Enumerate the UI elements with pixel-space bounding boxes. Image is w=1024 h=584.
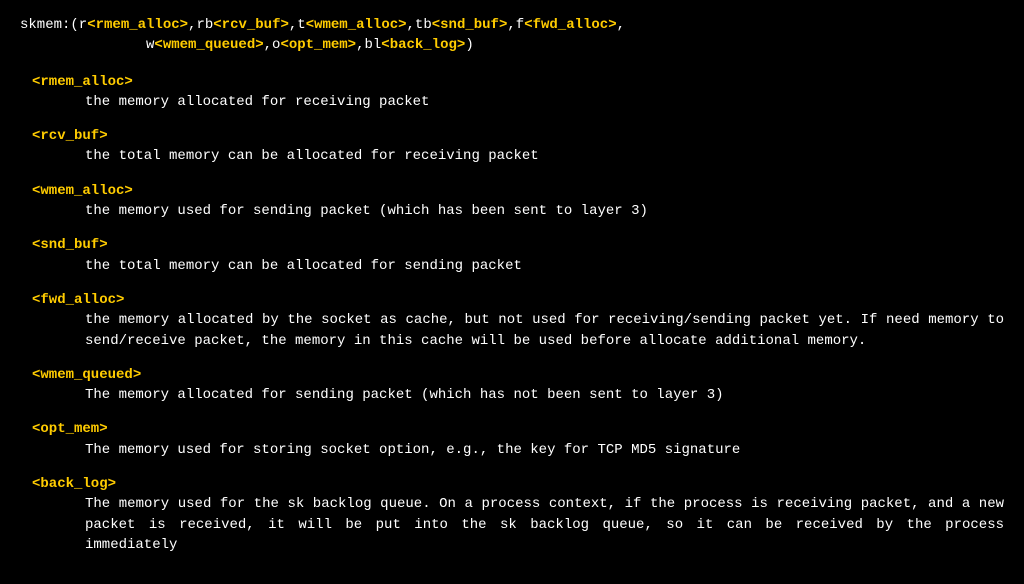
- definition-entry: <opt_mem> The memory used for storing so…: [20, 419, 1004, 460]
- definition-entry: <wmem_queued> The memory allocated for s…: [20, 365, 1004, 406]
- definition-entry: <rmem_alloc> the memory allocated for re…: [20, 72, 1004, 113]
- term-wmem-alloc: <wmem_alloc>: [20, 181, 1004, 201]
- skmem-prefix: skmem:(r: [20, 17, 87, 33]
- definition-text: the memory allocated for receiving packe…: [20, 92, 1004, 112]
- param-snd-buf: <snd_buf>: [432, 17, 508, 33]
- definition-text: the memory used for sending packet (whic…: [20, 201, 1004, 221]
- definition-entry: <wmem_alloc> the memory used for sending…: [20, 181, 1004, 222]
- definition-text: The memory allocated for sending packet …: [20, 385, 1004, 405]
- definition-text: The memory used for the sk backlog queue…: [20, 494, 1004, 555]
- skmem-format-header: skmem:(r<rmem_alloc>,rb<rcv_buf>,t<wmem_…: [20, 15, 1004, 56]
- term-snd-buf: <snd_buf>: [20, 235, 1004, 255]
- param-wmem-queued: <wmem_queued>: [154, 37, 263, 53]
- term-wmem-queued: <wmem_queued>: [20, 365, 1004, 385]
- term-fwd-alloc: <fwd_alloc>: [20, 290, 1004, 310]
- param-fwd-alloc: <fwd_alloc>: [524, 17, 616, 33]
- definition-entry: <rcv_buf> the total memory can be alloca…: [20, 126, 1004, 167]
- term-rcv-buf: <rcv_buf>: [20, 126, 1004, 146]
- param-rmem-alloc: <rmem_alloc>: [87, 17, 188, 33]
- term-back-log: <back_log>: [20, 474, 1004, 494]
- param-wmem-alloc: <wmem_alloc>: [306, 17, 407, 33]
- definition-entry: <fwd_alloc> the memory allocated by the …: [20, 290, 1004, 351]
- definition-text: the total memory can be allocated for re…: [20, 146, 1004, 166]
- definition-entry: <snd_buf> the total memory can be alloca…: [20, 235, 1004, 276]
- param-rcv-buf: <rcv_buf>: [213, 17, 289, 33]
- param-opt-mem: <opt_mem>: [280, 37, 356, 53]
- param-back-log: <back_log>: [381, 37, 465, 53]
- term-opt-mem: <opt_mem>: [20, 419, 1004, 439]
- definition-text: The memory used for storing socket optio…: [20, 440, 1004, 460]
- term-rmem-alloc: <rmem_alloc>: [20, 72, 1004, 92]
- definition-entry: <back_log> The memory used for the sk ba…: [20, 474, 1004, 555]
- definition-text: the total memory can be allocated for se…: [20, 256, 1004, 276]
- definition-text: the memory allocated by the socket as ca…: [20, 310, 1004, 351]
